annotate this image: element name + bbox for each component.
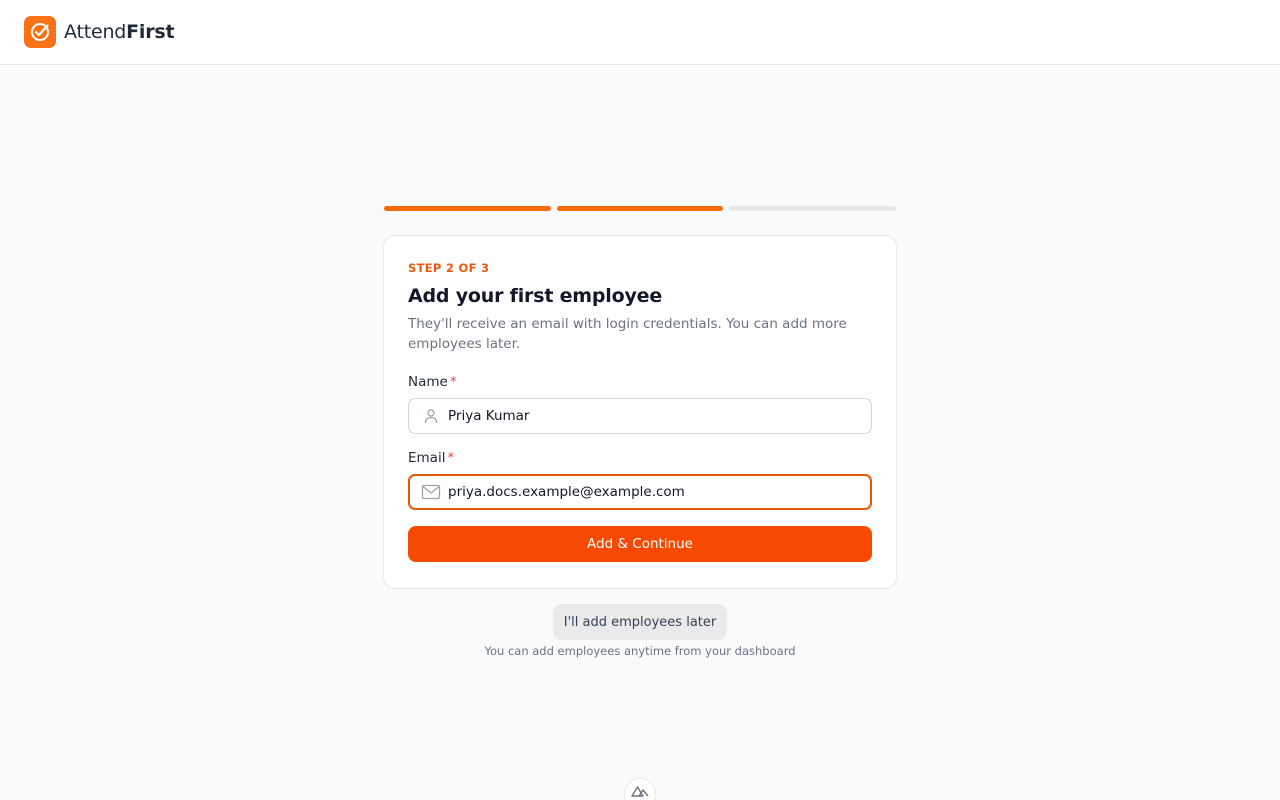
step-progress-bar [384, 206, 897, 211]
email-label: Email * [408, 450, 872, 468]
page-subtitle: They'll receive an email with login cred… [408, 316, 847, 352]
progress-segment-3 [729, 206, 897, 211]
name-label-text: Name [408, 374, 448, 390]
step-indicator: STEP 2 OF 3 [408, 261, 490, 275]
add-later-button[interactable]: I'll add employees later [553, 604, 727, 640]
onboarding-card: STEP 2 OF 3 Add your first employee They… [383, 235, 897, 589]
mountain-logo-icon[interactable] [624, 778, 656, 800]
page-title: Add your first employee [408, 285, 663, 307]
top-bar: AttendFirst [0, 0, 1280, 65]
user-icon [421, 406, 441, 426]
email-label-text: Email [408, 450, 446, 466]
name-label: Name * [408, 374, 872, 392]
email-field[interactable] [408, 474, 872, 510]
brand-name-bold: First [126, 21, 175, 43]
brand-name[interactable]: AttendFirst [64, 21, 175, 43]
skip-hint-text: You can add employees anytime from your … [484, 644, 796, 658]
brand-name-regular: Attend [64, 21, 127, 43]
required-marker: * [447, 450, 455, 466]
progress-segment-1 [384, 206, 551, 211]
name-input[interactable] [448, 408, 868, 424]
required-marker: * [449, 374, 457, 390]
email-input[interactable] [448, 484, 868, 500]
progress-segment-2 [556, 206, 724, 211]
add-and-continue-button[interactable]: Add & Continue [408, 526, 872, 562]
check-circle-icon [24, 16, 56, 48]
name-field[interactable] [408, 398, 872, 434]
mail-icon [421, 482, 441, 502]
